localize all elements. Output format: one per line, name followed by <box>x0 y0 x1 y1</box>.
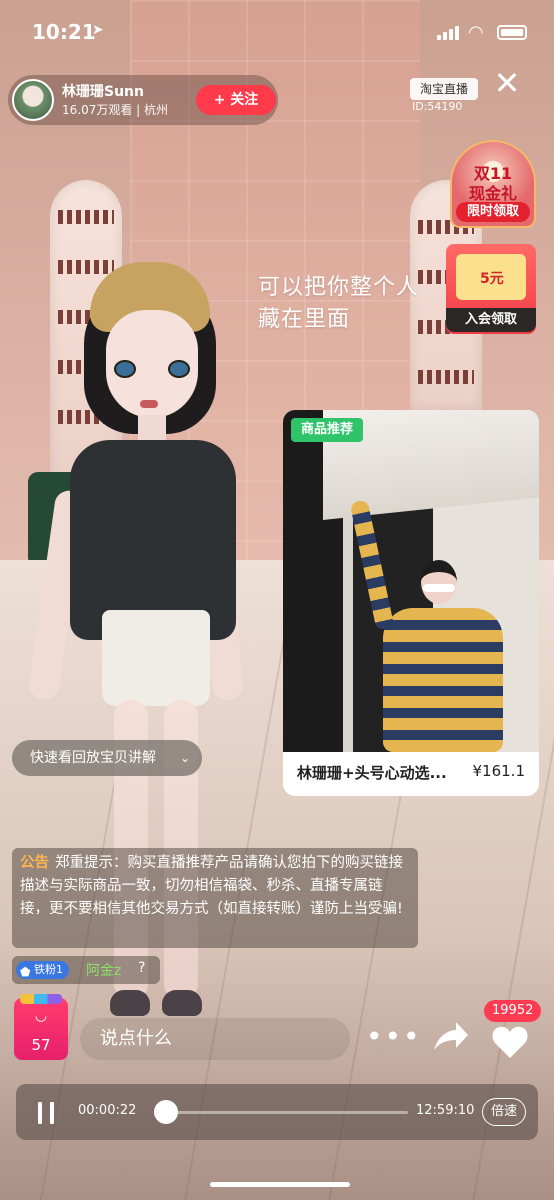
diamond-icon: ⬟ <box>20 965 31 979</box>
like-count-badge: 19952 <box>484 1000 542 1022</box>
cellular-signal-icon <box>437 26 463 40</box>
playback-bar: 00:00:22 12:59:10 倍速 <box>16 1084 538 1140</box>
promo-subtitle: 现金礼 <box>468 184 517 203</box>
chat-message: ⬟ 铁粉1 阿金z ? <box>12 956 160 984</box>
coupon-tag: 入会领取 <box>446 308 536 332</box>
comment-input[interactable]: 说点什么 <box>80 1018 350 1060</box>
replay-explanation-button[interactable]: 快速看回放宝贝讲解 ⌄ <box>12 740 202 776</box>
follow-button[interactable]: + 关注 <box>196 85 276 115</box>
announcement-text: 郑重提示：购买直播推荐产品请确认您拍下的购买链接描述与实际商品一致，切勿相信福袋… <box>20 855 403 917</box>
chevron-down-icon: ⌄ <box>179 751 190 765</box>
product-title: 林珊珊+头号心动选... <box>297 764 447 782</box>
fan-level-badge: ⬟ 铁粉1 <box>16 961 69 979</box>
playback-speed-button[interactable]: 倍速 <box>482 1098 526 1126</box>
product-price: ¥161.1 <box>472 762 526 780</box>
heart-icon[interactable] <box>490 1022 530 1062</box>
product-image <box>283 410 539 752</box>
pause-icon[interactable] <box>36 1102 56 1124</box>
more-dots-icon[interactable]: ••• <box>366 1022 422 1052</box>
announcement: 公告 郑重提示：购买直播推荐产品请确认您拍下的购买链接描述与实际商品一致，切勿相信… <box>12 848 418 948</box>
platform-tag: 淘宝直播 <box>410 78 478 100</box>
progress-track[interactable] <box>166 1111 408 1114</box>
location-arrow-icon: ➤ <box>92 22 104 38</box>
promo-tag: 限时领取 <box>456 202 530 222</box>
battery-icon <box>497 25 527 40</box>
recommend-badge: 商品推荐 <box>291 418 364 442</box>
close-icon[interactable]: ✕ <box>490 66 524 100</box>
coupon-value: 5元 <box>480 271 504 287</box>
chat-text: ? <box>138 960 146 976</box>
host-viewers-location: 16.07万观看 | 杭州 <box>62 103 169 117</box>
stream-caption: 可以把你整个人 藏在里面 <box>258 275 420 332</box>
shopping-bag-icon: ◡ <box>34 1008 48 1024</box>
share-arrow-icon[interactable] <box>430 1016 470 1056</box>
total-time: 12:59:10 <box>416 1103 475 1118</box>
room-id: ID:54190 <box>412 100 463 113</box>
replay-label: 快速看回放宝贝讲解 <box>30 750 156 766</box>
member-coupon-promo[interactable]: 5元 入会领取 <box>446 244 536 334</box>
shopping-bag-button[interactable]: ◡ 57 <box>14 994 68 1060</box>
wifi-icon: ◠ <box>468 22 484 43</box>
home-indicator <box>210 1182 350 1187</box>
host-card[interactable]: 林珊珊Sunn 16.07万观看 | 杭州 + 关注 <box>8 75 278 125</box>
status-time: 10:21 <box>32 20 96 44</box>
product-card[interactable]: 商品推荐 林珊珊+头号心动选... ¥161.1 <box>283 410 539 796</box>
announcement-tag: 公告 <box>20 855 49 871</box>
host-name: 林珊珊Sunn <box>62 84 144 100</box>
status-bar: 10:21 ➤ ◠ <box>0 0 554 60</box>
avatar[interactable] <box>12 79 54 121</box>
cash-gift-promo[interactable]: 双11 现金礼 限时领取 <box>450 140 536 228</box>
cart-count: 57 <box>31 1036 51 1054</box>
progress-thumb[interactable] <box>154 1100 178 1124</box>
chat-username[interactable]: 阿金z <box>86 960 121 980</box>
elapsed-time: 00:00:22 <box>78 1103 137 1118</box>
